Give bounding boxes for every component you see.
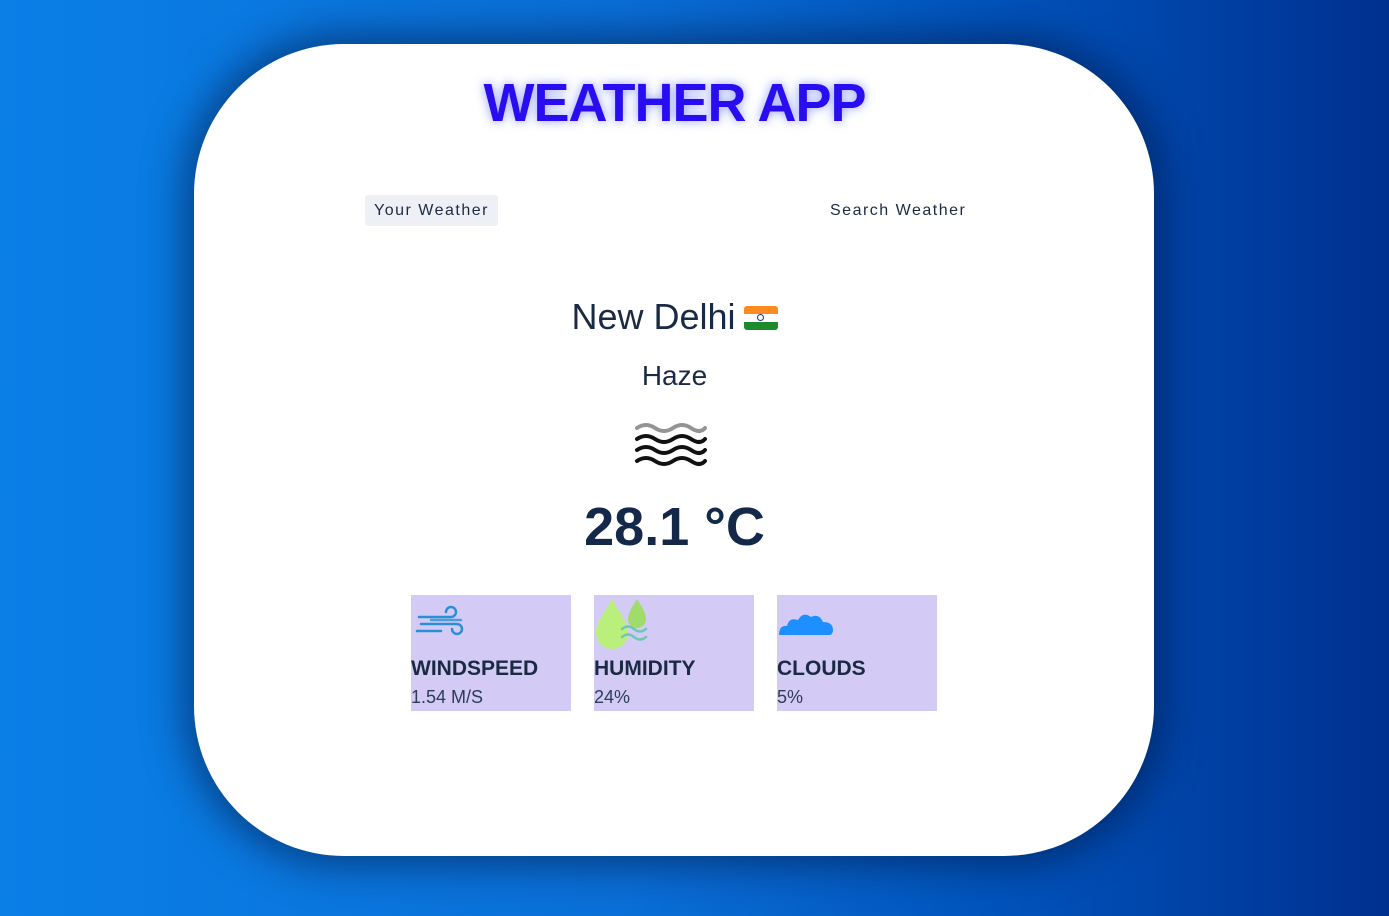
cloud-icon bbox=[779, 614, 833, 635]
city-name: New Delhi bbox=[0, 296, 1349, 338]
stat-value: 24% bbox=[594, 687, 631, 707]
wind-icon bbox=[415, 605, 464, 636]
tab-search-weather[interactable]: Search Weather bbox=[821, 195, 975, 226]
stat-value: 5% bbox=[777, 687, 804, 707]
stat-clouds: CLOUDS 5% bbox=[777, 595, 937, 711]
stat-label: CLOUDS bbox=[777, 657, 866, 680]
stat-value: 1.54 M/S bbox=[411, 687, 484, 707]
weather-condition: Haze bbox=[641, 360, 708, 391]
stat-label: HUMIDITY bbox=[594, 657, 696, 680]
haze-icon bbox=[635, 423, 707, 466]
humidity-drops-icon bbox=[596, 599, 648, 649]
city-label: New Delhi bbox=[571, 296, 736, 337]
temperature: 28.1 °C bbox=[584, 497, 765, 557]
tab-your-weather[interactable]: Your Weather bbox=[365, 195, 498, 226]
stat-windspeed: WINDSPEED 1.54 M/S bbox=[411, 595, 571, 711]
stat-label: WINDSPEED bbox=[411, 657, 539, 680]
flag-india-icon bbox=[743, 306, 778, 330]
stat-humidity: HUMIDITY 24% bbox=[594, 595, 754, 711]
app-title: WEATHER APP bbox=[483, 73, 866, 133]
